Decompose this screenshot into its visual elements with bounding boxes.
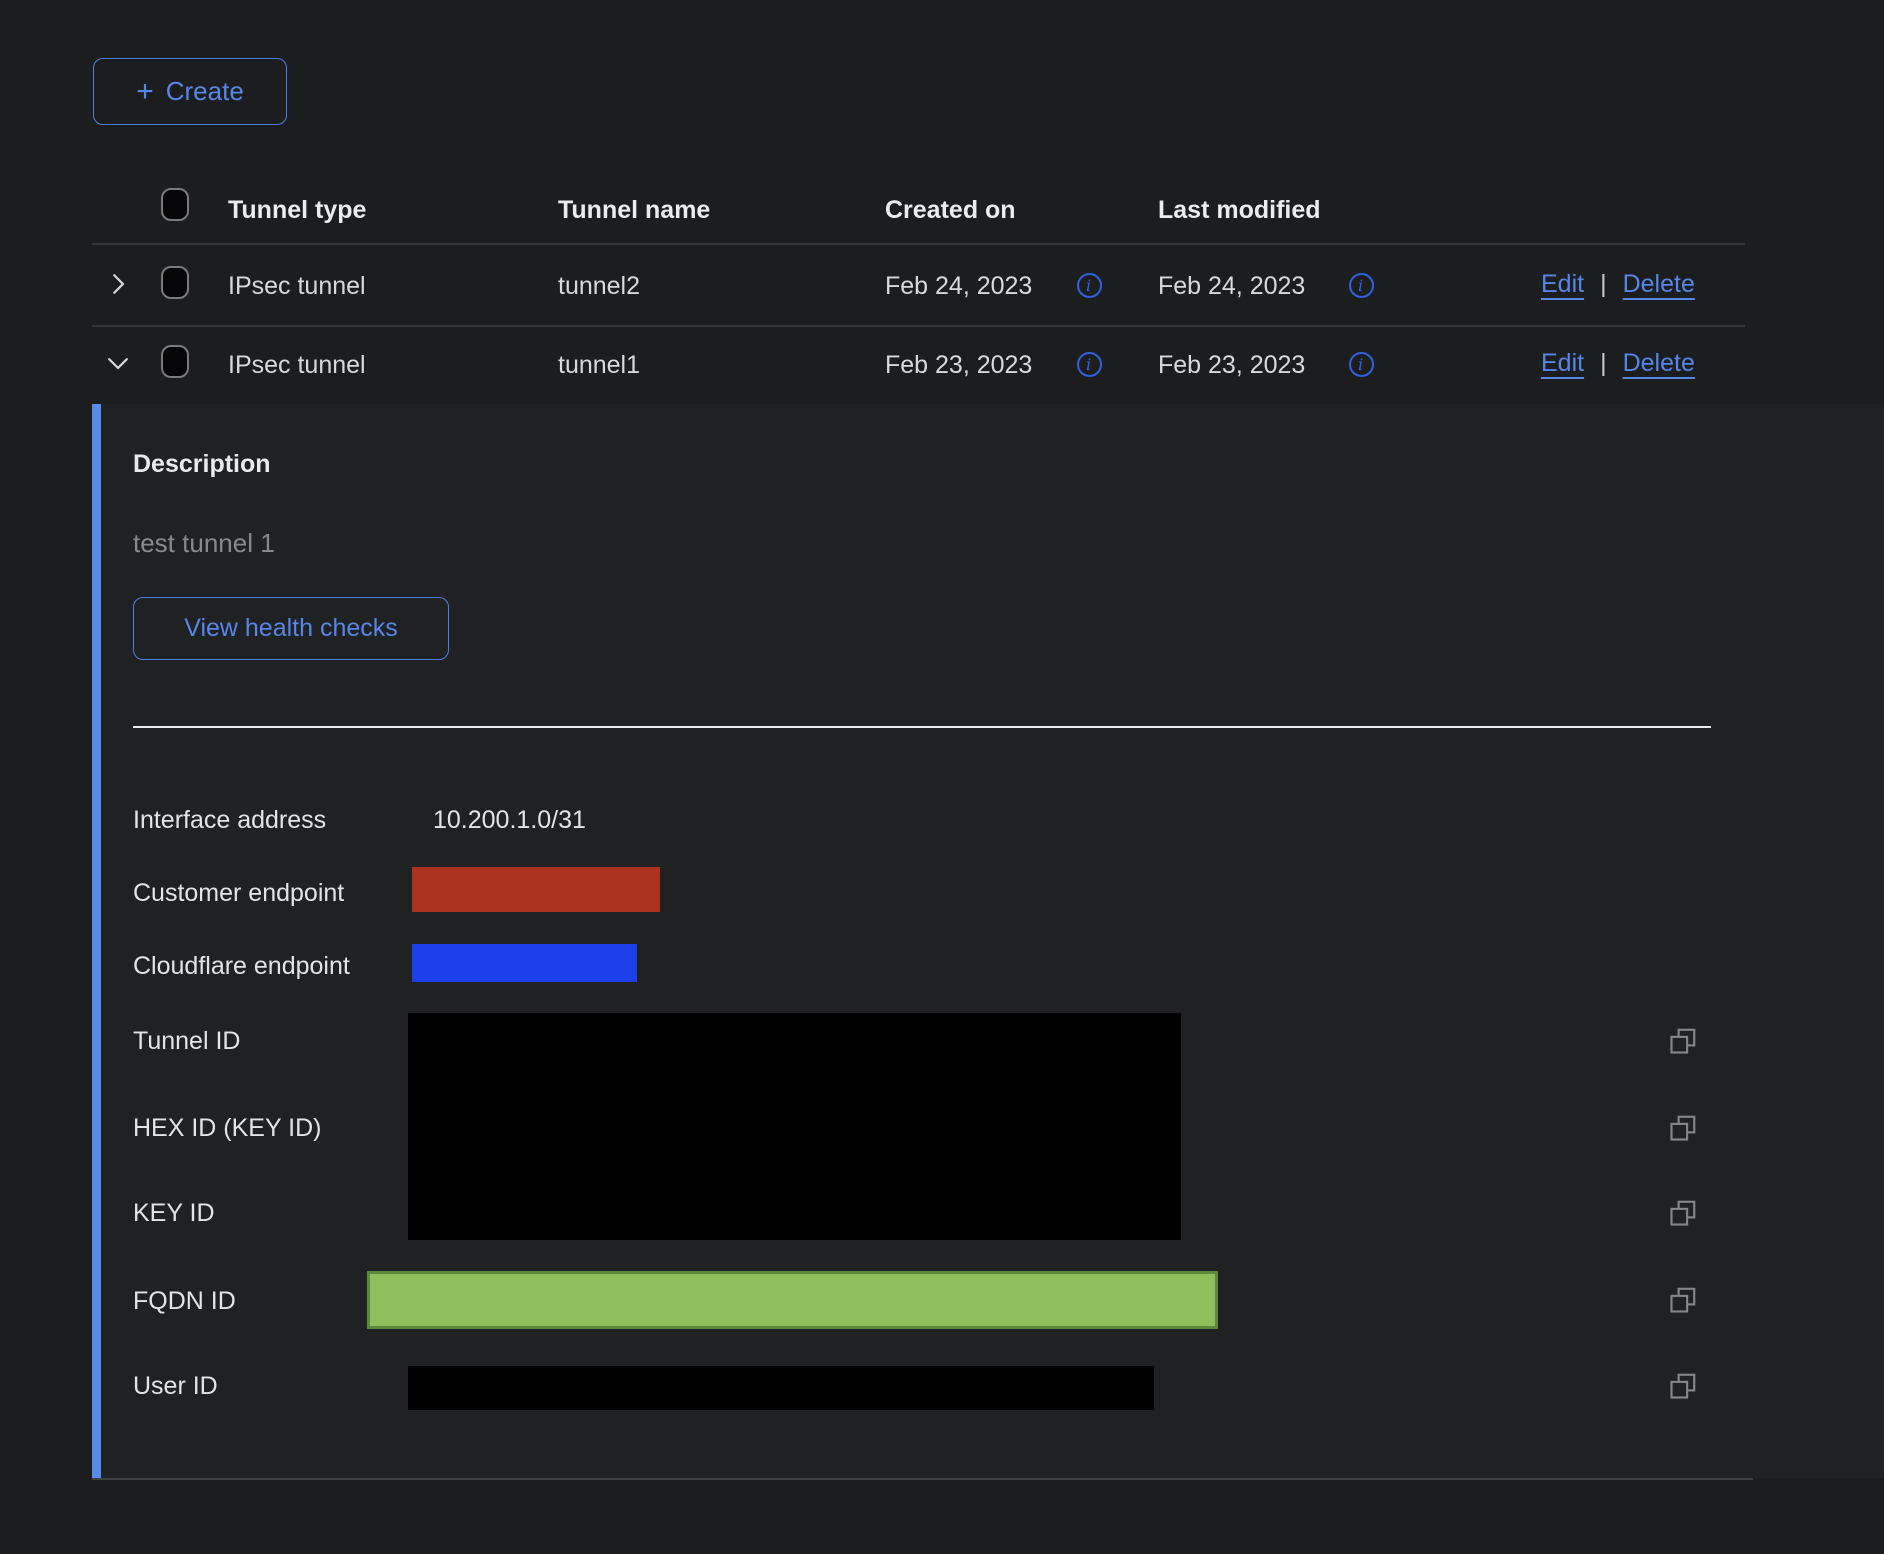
last-modified-cell: Feb 23, 2023 — [1158, 351, 1305, 380]
ipsec-tunnels-page: + Create Tunnel type Tunnel name Created… — [0, 0, 1884, 1554]
create-button[interactable]: + Create — [93, 58, 287, 125]
column-header-tunnel-name: Tunnel name — [558, 196, 710, 225]
row-actions: Edit | Delete — [1541, 349, 1695, 378]
last-modified-info-icon[interactable]: i — [1349, 352, 1374, 377]
created-on-info-icon[interactable]: i — [1077, 273, 1102, 298]
tunnel-type-cell: IPsec tunnel — [228, 351, 366, 380]
copy-fqdn-id-icon[interactable] — [1668, 1285, 1698, 1315]
collapse-row-chevron-down-icon[interactable] — [103, 348, 133, 378]
created-on-cell: Feb 24, 2023 — [885, 272, 1032, 301]
row-checkbox[interactable] — [161, 266, 189, 299]
expanded-row-accent-bar — [92, 404, 101, 1478]
description-value: test tunnel 1 — [133, 528, 275, 559]
column-header-created-on: Created on — [885, 196, 1016, 225]
row-checkbox[interactable] — [161, 345, 189, 378]
interface-address-value: 10.200.1.0/31 — [433, 806, 586, 835]
tunnel-id-label: Tunnel ID — [133, 1027, 240, 1056]
expanded-row-bottom-divider — [92, 1478, 1753, 1480]
plus-icon: + — [136, 77, 154, 107]
last-modified-info-icon[interactable]: i — [1349, 273, 1374, 298]
expand-row-chevron-right-icon[interactable] — [103, 269, 133, 299]
delete-link[interactable]: Delete — [1623, 349, 1695, 378]
view-health-checks-label: View health checks — [184, 614, 398, 643]
user-id-redacted-value — [408, 1366, 1154, 1410]
fqdn-id-redacted-value — [367, 1271, 1218, 1329]
create-button-label: Create — [166, 76, 244, 107]
copy-user-id-icon[interactable] — [1668, 1371, 1698, 1401]
tunnel-type-cell: IPsec tunnel — [228, 272, 366, 301]
hex-id-label: HEX ID (KEY ID) — [133, 1114, 321, 1143]
edit-link[interactable]: Edit — [1541, 349, 1584, 378]
description-label: Description — [133, 450, 271, 479]
customer-endpoint-label: Customer endpoint — [133, 879, 344, 908]
customer-endpoint-redacted-value — [412, 867, 660, 912]
view-health-checks-button[interactable]: View health checks — [133, 597, 449, 660]
key-id-label: KEY ID — [133, 1199, 215, 1228]
fqdn-id-label: FQDN ID — [133, 1287, 236, 1316]
tunnel-name-cell: tunnel2 — [558, 272, 640, 301]
last-modified-cell: Feb 24, 2023 — [1158, 272, 1305, 301]
interface-address-label: Interface address — [133, 806, 326, 835]
actions-separator: | — [1600, 270, 1607, 299]
select-all-checkbox[interactable] — [161, 188, 189, 221]
row-divider — [92, 325, 1745, 327]
edit-link[interactable]: Edit — [1541, 270, 1584, 299]
row-actions: Edit | Delete — [1541, 270, 1695, 299]
actions-separator: | — [1600, 349, 1607, 378]
created-on-cell: Feb 23, 2023 — [885, 351, 1032, 380]
copy-hex-id-icon[interactable] — [1668, 1113, 1698, 1143]
panel-divider — [133, 726, 1711, 728]
delete-link[interactable]: Delete — [1623, 270, 1695, 299]
copy-tunnel-id-icon[interactable] — [1668, 1026, 1698, 1056]
created-on-info-icon[interactable]: i — [1077, 352, 1102, 377]
tunnel-name-cell: tunnel1 — [558, 351, 640, 380]
column-header-tunnel-type: Tunnel type — [228, 196, 366, 225]
copy-key-id-icon[interactable] — [1668, 1198, 1698, 1228]
header-divider — [92, 243, 1745, 245]
cloudflare-endpoint-label: Cloudflare endpoint — [133, 952, 350, 981]
cloudflare-endpoint-redacted-value — [412, 944, 637, 982]
id-values-redacted-block — [408, 1013, 1181, 1240]
user-id-label: User ID — [133, 1372, 218, 1401]
column-header-last-modified: Last modified — [1158, 196, 1321, 225]
